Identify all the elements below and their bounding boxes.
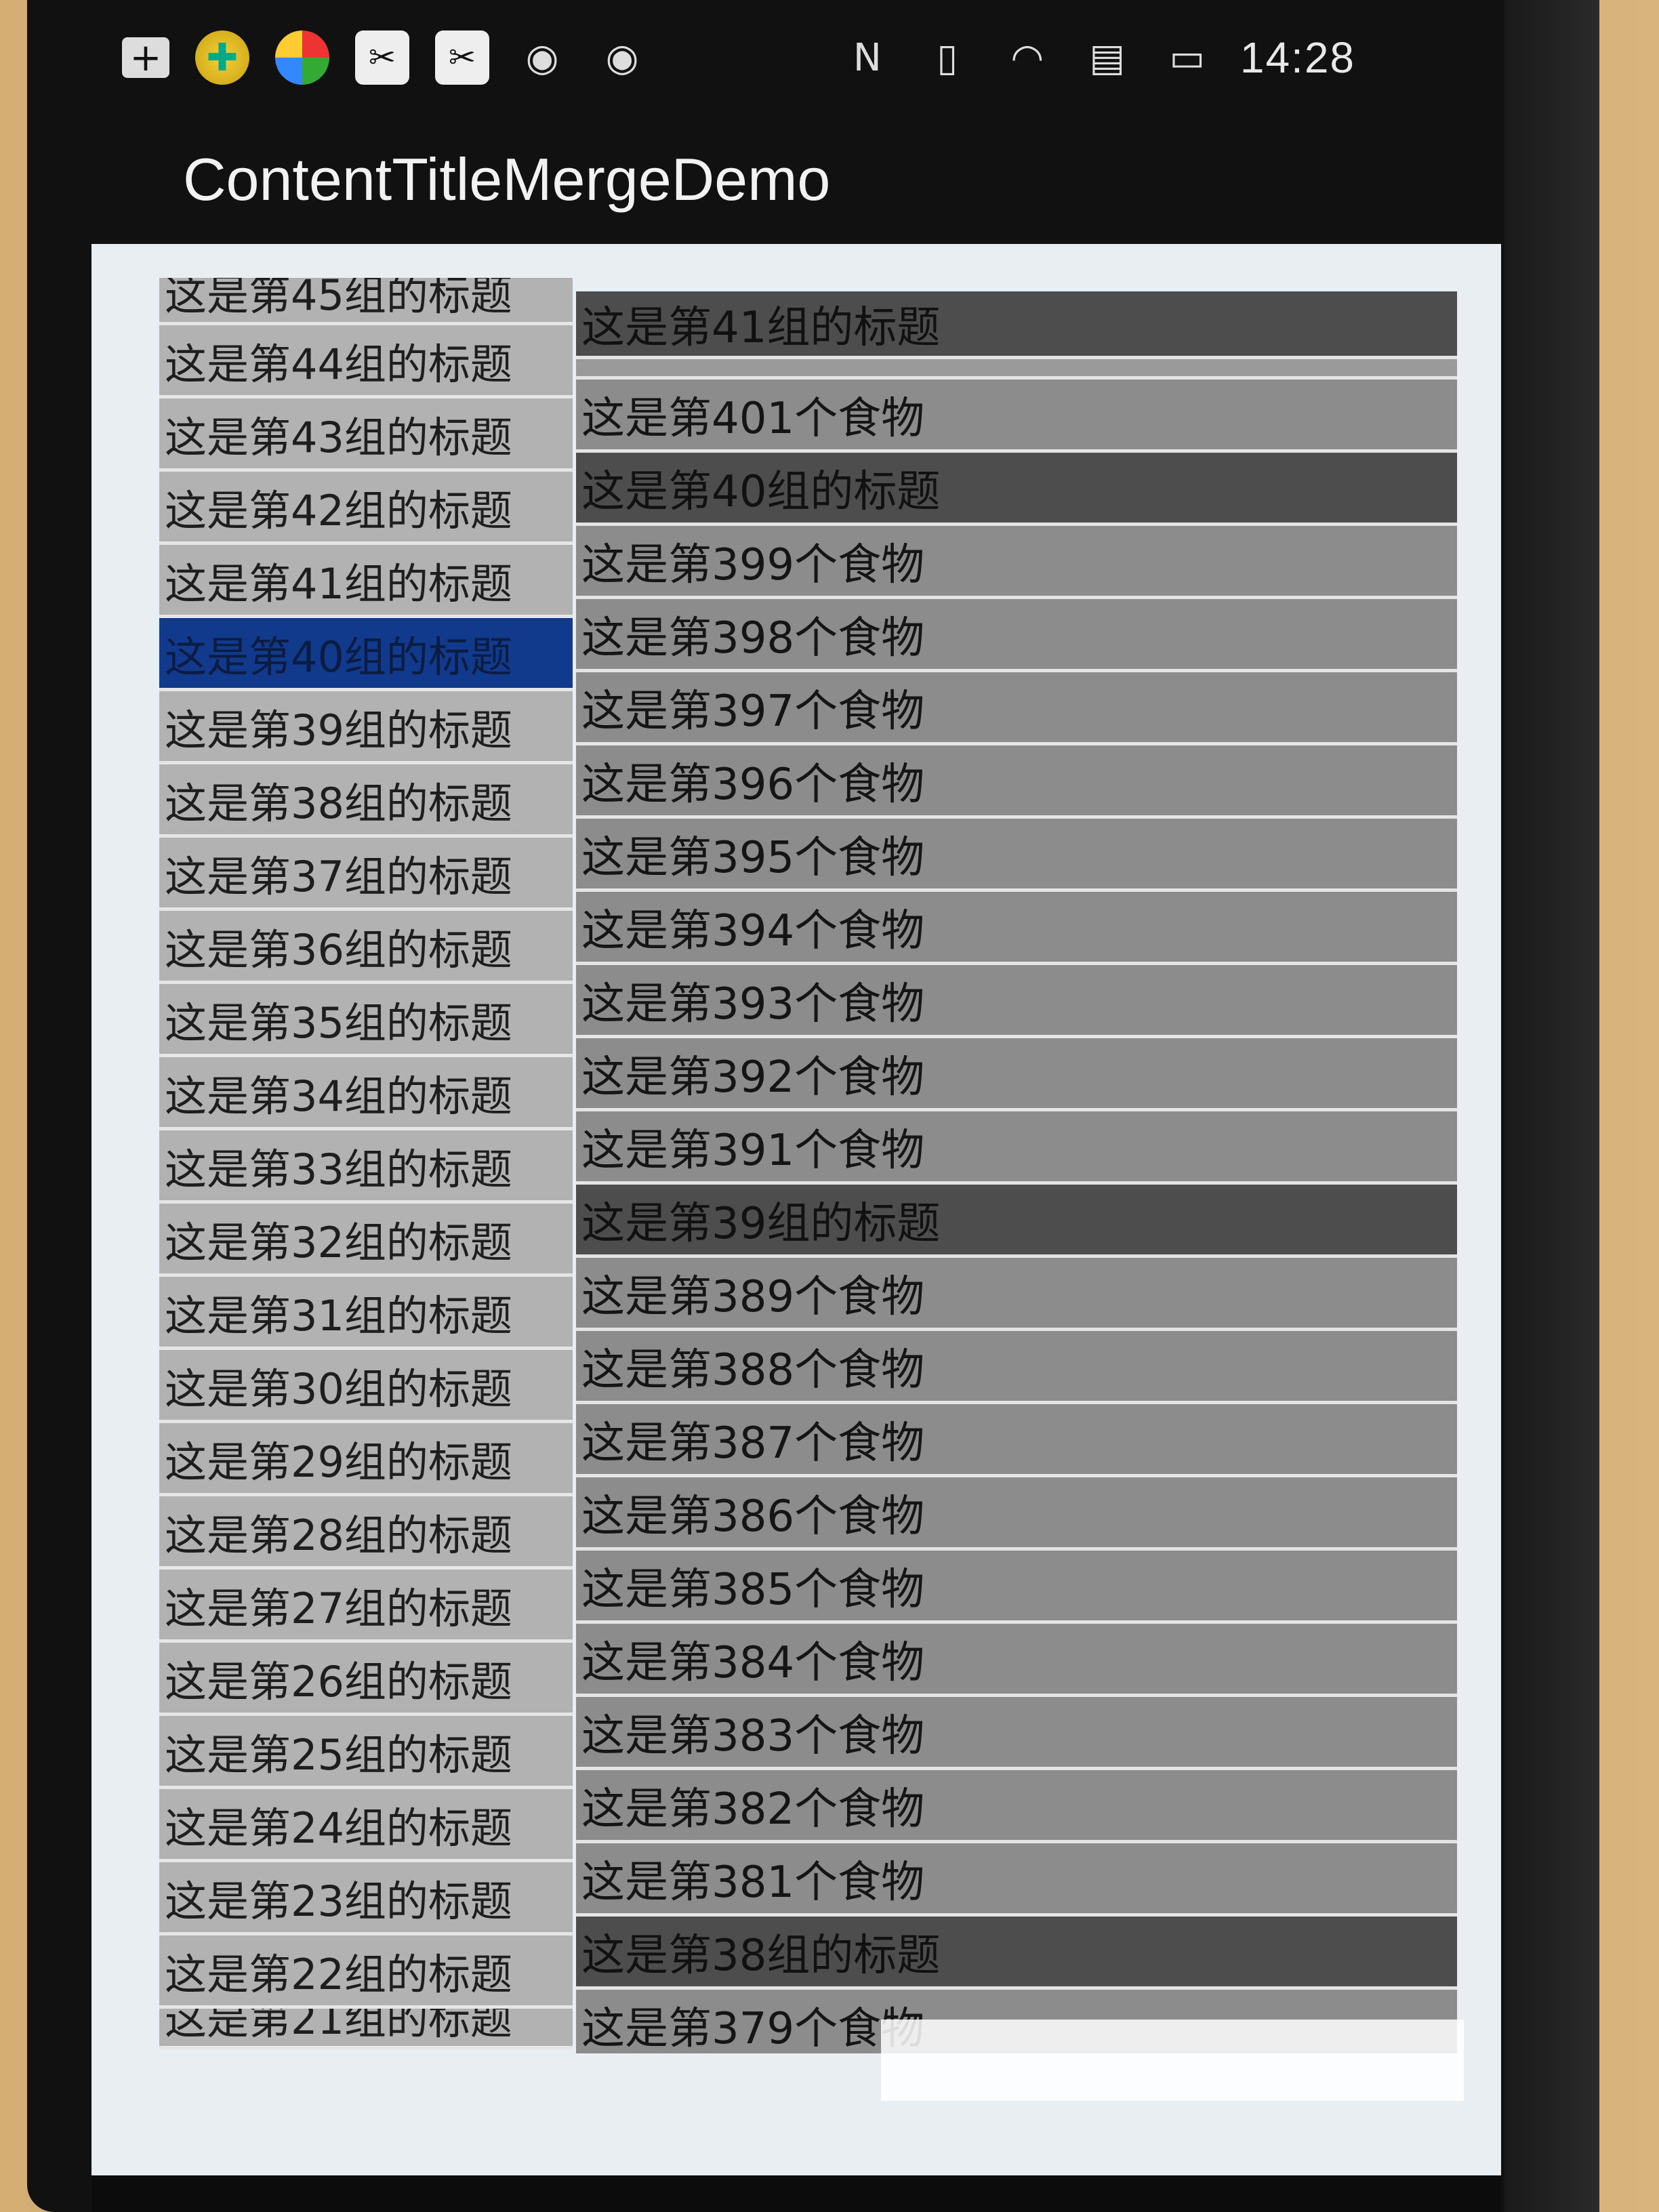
group-title-item[interactable]: 这是第22组的标题 (159, 1936, 573, 2009)
group-title-item[interactable]: 这是第28组的标题 (159, 1496, 573, 1570)
group-title-item[interactable]: 这是第39组的标题 (159, 691, 573, 764)
add-icon: + (122, 36, 169, 80)
system-icons: N ▯ ◠ ▤ ▭ 14:28 (840, 30, 1355, 85)
food-list-item[interactable]: 这是第395个食物 (576, 819, 1457, 892)
clock: 14:28 (1240, 33, 1355, 82)
multicolor-app-icon (275, 30, 329, 85)
group-title-item[interactable]: 这是第26组的标题 (159, 1643, 573, 1716)
food-list-item[interactable]: 这是第383个食物 (576, 1697, 1457, 1770)
list-divider (576, 359, 1457, 380)
food-list-item[interactable]: 这是第385个食物 (576, 1551, 1457, 1624)
food-list-item[interactable]: 这是第388个食物 (576, 1331, 1457, 1404)
section-header[interactable]: 这是第39组的标题 (576, 1185, 1457, 1258)
food-list-item[interactable]: 这是第382个食物 (576, 1770, 1457, 1843)
weibo-icon: ◉ (605, 35, 639, 80)
status-bar: + ✚ ✂ ✂ ◉ ◉ N ▯ ◠ ▤ ▭ 14:28 (122, 0, 1355, 115)
360-security-icon: ✚ (195, 30, 249, 85)
group-title-item[interactable]: 这是第35组的标题 (159, 984, 573, 1057)
food-list-item[interactable]: 这是第396个食物 (576, 745, 1457, 819)
food-list-item[interactable]: 这是第394个食物 (576, 892, 1457, 965)
group-title-item[interactable]: 这是第36组的标题 (159, 911, 573, 984)
food-list-item[interactable]: 这是第401个食物 (576, 380, 1457, 453)
vibrate-icon: ▯ (937, 35, 958, 80)
app-icon: ✂ (435, 30, 489, 85)
group-title-item[interactable]: 这是第27组的标题 (159, 1570, 573, 1643)
food-list-item[interactable]: 这是第398个食物 (576, 599, 1457, 672)
group-title-item[interactable]: 这是第41组的标题 (159, 545, 573, 618)
group-title-item[interactable]: 这是第30组的标题 (159, 1350, 573, 1423)
group-title-item[interactable]: 这是第21组的标题 (159, 2009, 573, 2049)
section-header[interactable]: 这是第38组的标题 (576, 1917, 1457, 1990)
action-bar: ContentTitleMergeDemo (115, 122, 1335, 237)
app-title: ContentTitleMergeDemo (183, 146, 831, 213)
food-list-item[interactable]: 这是第392个食物 (576, 1038, 1457, 1111)
group-title-item[interactable]: 这是第38组的标题 (159, 764, 573, 838)
group-title-item[interactable]: 这是第29组的标题 (159, 1423, 573, 1496)
group-title-item[interactable]: 这是第37组的标题 (159, 838, 573, 911)
group-title-item[interactable]: 这是第43组的标题 (159, 398, 573, 472)
group-title-item[interactable]: 这是第25组的标题 (159, 1716, 573, 1789)
screen-glare (881, 2020, 1464, 2101)
content-screen: 这是第45组的标题 这是第44组的标题 这是第43组的标题 这是第42组的标题 这是第4… (91, 244, 1501, 2175)
food-list-item[interactable]: 这是第389个食物 (576, 1258, 1457, 1331)
phone-side-bezel (1504, 0, 1599, 2212)
group-title-item[interactable]: 这是第24组的标题 (159, 1789, 573, 1862)
section-header[interactable]: 这是第41组的标题 (576, 291, 1457, 359)
group-title-item[interactable]: 这是第42组的标题 (159, 472, 573, 545)
group-title-item[interactable]: 这是第31组的标题 (159, 1277, 573, 1350)
group-title-item[interactable]: 这是第23组的标题 (159, 1862, 573, 1936)
food-list-item[interactable]: 这是第391个食物 (576, 1111, 1457, 1185)
group-title-item[interactable]: 这是第32组的标题 (159, 1204, 573, 1277)
weibo-icon: ◉ (525, 35, 559, 80)
food-content-list[interactable]: 这是第41组的标题这是第401个食物 这是第40组的标题 这是第399个食物 这是第3… (576, 291, 1457, 2053)
food-list-item[interactable]: 这是第386个食物 (576, 1477, 1457, 1551)
food-list-item[interactable]: 这是第397个食物 (576, 672, 1457, 745)
food-list-item[interactable]: 这是第387个食物 (576, 1404, 1457, 1477)
food-list-item[interactable]: 这是第381个食物 (576, 1843, 1457, 1917)
app-icon: ✂ (355, 30, 409, 85)
wifi-icon: ◠ (1010, 35, 1044, 80)
group-title-item[interactable]: 这是第45组的标题 (159, 278, 573, 325)
navigation-bar (91, 2175, 1501, 2212)
group-title-list[interactable]: 这是第45组的标题 这是第44组的标题 这是第43组的标题 这是第42组的标题 这是第4… (159, 278, 573, 2053)
food-list-item[interactable]: 这是第393个食物 (576, 965, 1457, 1038)
group-title-item[interactable]: 这是第34组的标题 (159, 1057, 573, 1130)
food-list-item[interactable]: 这是第399个食物 (576, 526, 1457, 599)
sd-card-alert-icon: ▤ (1089, 35, 1126, 80)
notification-icons: + ✚ ✂ ✂ ◉ ◉ (122, 30, 649, 85)
food-list-item[interactable]: 这是第384个食物 (576, 1624, 1457, 1697)
group-title-item[interactable]: 这是第40组的标题 (159, 618, 573, 691)
nfc-icon: N (853, 35, 882, 80)
group-title-item[interactable]: 这是第44组的标题 (159, 325, 573, 398)
battery-charging-icon: ▭ (1169, 35, 1206, 80)
group-title-item[interactable]: 这是第33组的标题 (159, 1130, 573, 1204)
section-header[interactable]: 这是第40组的标题 (576, 453, 1457, 526)
